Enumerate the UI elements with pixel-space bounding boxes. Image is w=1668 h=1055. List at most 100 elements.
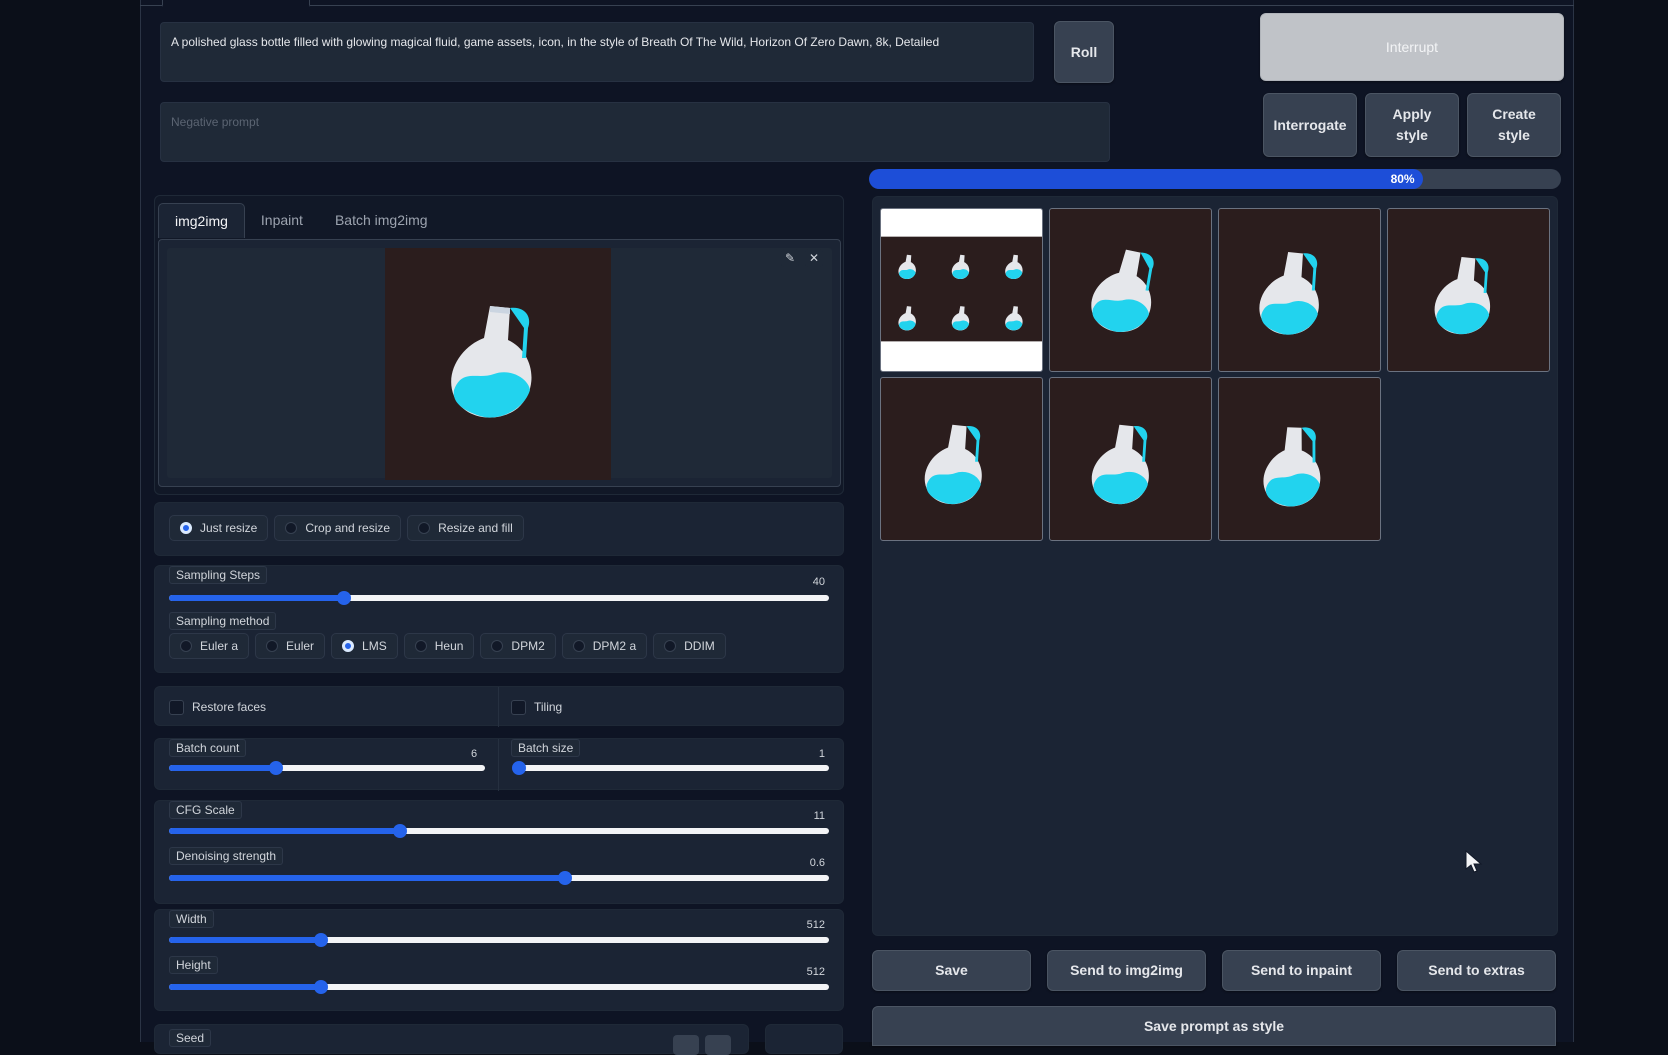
checkbox-box[interactable] [511, 699, 526, 715]
cfg-scale-label: CFG Scale [169, 801, 242, 819]
guidance-group: CFG Scale 11 Denoising strength 0.6 [154, 800, 844, 904]
radio-dpm2[interactable]: DPM2 [480, 633, 556, 659]
seed-group: Seed [154, 1024, 749, 1055]
batch-group: Batch count 6 Batch size 1 [154, 738, 844, 791]
width-slider[interactable] [169, 933, 829, 947]
send-to-extras-button[interactable]: Send to extras [1397, 950, 1556, 991]
slider-knob[interactable] [313, 933, 328, 947]
checkbox-box[interactable] [169, 699, 184, 715]
radio-label: Euler a [200, 639, 239, 653]
gallery-thumb[interactable] [1049, 377, 1212, 541]
height-slider[interactable] [169, 980, 829, 994]
gallery-thumb[interactable] [880, 377, 1043, 541]
prompt-text: A polished glass bottle filled with glow… [171, 35, 940, 49]
batch-count-label: Batch count [169, 739, 247, 757]
radio-label: Heun [434, 639, 464, 653]
radio-ddim[interactable]: DDIM [653, 633, 726, 659]
slider-knob[interactable] [512, 761, 526, 775]
top-tab-active[interactable] [162, 0, 310, 7]
sampling-steps-value: 40 [812, 576, 825, 588]
progress-label-wrap: 80% [869, 169, 1415, 189]
tab-inpaint[interactable]: Inpaint [245, 203, 319, 238]
tab-img2img[interactable]: img2img [158, 203, 245, 238]
slider-knob[interactable] [269, 761, 284, 775]
slider-knob[interactable] [393, 824, 407, 838]
radio-label: Just resize [200, 521, 258, 535]
save-button[interactable]: Save [872, 950, 1031, 991]
batch-size-slider[interactable] [512, 761, 829, 775]
divider [498, 687, 499, 727]
gallery-thumb[interactable] [1387, 208, 1550, 372]
radio-heun[interactable]: Heun [403, 633, 475, 659]
tiling-label: Tiling [534, 700, 563, 714]
save-prompt-as-style-button[interactable]: Save prompt as style [872, 1006, 1556, 1046]
tab-batch-img2img[interactable]: Batch img2img [319, 203, 444, 238]
restore-faces-label: Restore faces [192, 700, 267, 714]
tab-img2img-label: img2img [175, 213, 228, 229]
width-label: Width [169, 910, 214, 928]
progress-bar: 80% [869, 169, 1561, 189]
radio-euler[interactable]: Euler [255, 633, 326, 659]
resize-mode-group: Just resize Crop and resize Resize and f… [154, 502, 844, 556]
apply-style-label: Apply style [1392, 106, 1432, 143]
sampling-method-label: Sampling method [169, 612, 277, 630]
send-to-extras-label: Send to extras [1428, 962, 1525, 978]
gallery-grid-thumb[interactable] [880, 208, 1043, 372]
interrogate-button[interactable]: Interrogate [1263, 93, 1357, 157]
edit-icon[interactable]: ✎ [781, 249, 799, 267]
interrupt-button[interactable]: Interrupt [1260, 13, 1564, 81]
flask-illustration [1259, 251, 1319, 335]
send-to-inpaint-button[interactable]: Send to inpaint [1222, 950, 1381, 991]
slider-fill [169, 984, 321, 990]
restore-faces-checkbox[interactable]: Restore faces [169, 687, 266, 727]
slider-knob[interactable] [336, 591, 351, 605]
radio-indicator [414, 640, 427, 652]
gallery-thumb[interactable] [1218, 208, 1381, 372]
radio-label: DPM2 [511, 639, 545, 653]
radio-indicator [418, 522, 431, 534]
close-icon[interactable]: ✕ [805, 249, 823, 267]
send-to-img2img-button[interactable]: Send to img2img [1047, 950, 1206, 991]
radio-label: DPM2 a [592, 639, 637, 653]
slider-fill [169, 875, 565, 881]
width-value: 512 [806, 919, 825, 931]
sampling-steps-label: Sampling Steps [169, 566, 268, 584]
interrupt-label: Interrupt [1385, 38, 1439, 55]
roll-label: Roll [1070, 43, 1098, 60]
radio-label: DDIM [684, 639, 715, 653]
gallery-thumb[interactable] [1049, 208, 1212, 372]
denoising-slider[interactable] [169, 871, 829, 885]
prompt-input[interactable]: A polished glass bottle filled with glow… [160, 22, 1034, 82]
sampling-steps-slider[interactable] [169, 591, 829, 605]
apply-style-button[interactable]: Apply style [1365, 93, 1459, 157]
dice-icon[interactable] [673, 1035, 699, 1055]
radio-dpm2-a[interactable]: DPM2 a [561, 633, 648, 659]
slider-knob[interactable] [313, 980, 328, 994]
negative-prompt-input[interactable]: Negative prompt [160, 102, 1110, 162]
slider-knob[interactable] [558, 871, 572, 885]
cfg-scale-slider[interactable] [169, 824, 829, 838]
send-to-inpaint-label: Send to inpaint [1250, 962, 1353, 978]
radio-lms[interactable]: LMS [331, 633, 398, 659]
radio-just-resize[interactable]: Just resize [169, 515, 269, 541]
sampling-group: Sampling Steps 40 Sampling method Euler … [154, 565, 844, 673]
height-value: 512 [806, 966, 825, 978]
radio-resize-and-fill[interactable]: Resize and fill [407, 515, 524, 541]
recycle-icon[interactable] [705, 1035, 731, 1055]
sampling-method-options: Euler a Euler LMS Heun DPM2 DPM2 a DDIM [169, 633, 732, 659]
radio-euler-a[interactable]: Euler a [169, 633, 250, 659]
gallery-thumb[interactable] [1218, 377, 1381, 541]
radio-label: Resize and fill [438, 521, 513, 535]
height-label: Height [169, 956, 218, 974]
radio-crop-and-resize[interactable]: Crop and resize [274, 515, 402, 541]
batch-count-slider[interactable] [169, 761, 485, 775]
radio-indicator [285, 522, 298, 534]
roll-button[interactable]: Roll [1054, 21, 1114, 83]
tab-batch-img2img-label: Batch img2img [334, 212, 428, 228]
create-style-button[interactable]: Create style [1467, 93, 1561, 157]
tiling-checkbox[interactable]: Tiling [511, 687, 562, 727]
image-upload-area[interactable]: ✎ ✕ [158, 239, 841, 487]
send-to-img2img-label: Send to img2img [1070, 962, 1183, 978]
seed-extra-group [765, 1024, 843, 1054]
radio-label: LMS [362, 639, 387, 653]
